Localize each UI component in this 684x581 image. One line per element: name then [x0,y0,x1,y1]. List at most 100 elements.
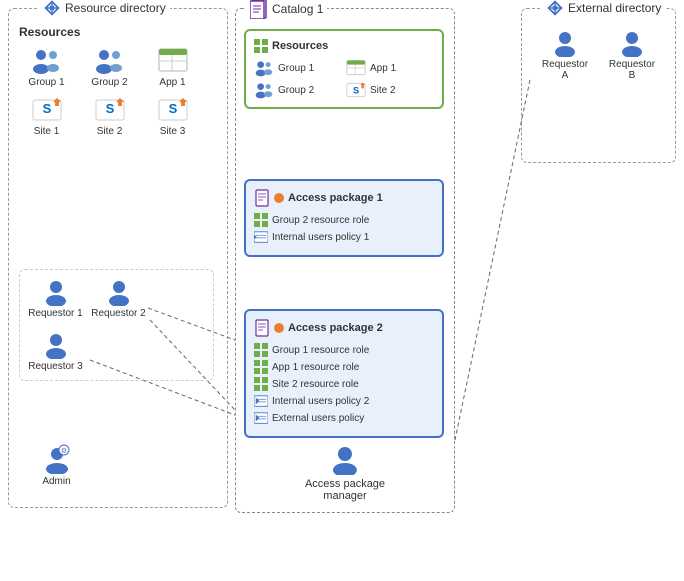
group1-label: Group 1 [28,77,64,88]
ap2-site2-role-item: Site 2 resource role [254,377,434,391]
ap2-group1-role-item: Group 1 resource role [254,343,434,357]
app1-label: App 1 [159,77,185,88]
ap2-internal-policy-label: Internal users policy 2 [272,396,369,407]
requestor2-item: Requestor 2 [91,278,146,319]
ap2-internal-policy-item: Internal users policy 2 [254,394,434,408]
cat-app1-icon [346,59,366,77]
ap1-resource-role-label: Group 2 resource role [272,215,369,226]
ap2-app1-role-label: App 1 resource role [272,362,359,373]
requestor2-icon [105,278,133,306]
ap2-internal-policy-icon [254,394,268,408]
access-package1-box: Access package 1 Group 2 resource role [244,179,444,257]
ap2-site2-role-icon [254,377,268,391]
access-package-manager-section: Access package manager [305,443,385,502]
apm-icon [329,443,361,475]
ap2-external-policy-icon [254,411,268,425]
ap1-policy-item: Internal users policy 1 [254,230,434,244]
svg-text:S: S [42,101,51,116]
requestor1-label: Requestor 1 [28,308,82,319]
ap2-group1-role-icon [254,343,268,357]
requestor-a-icon [551,29,579,57]
resources-section: Resources Group 1 [19,25,214,137]
cat-site2-label: Site 2 [370,85,396,96]
ap2-app1-role-icon [254,360,268,374]
requestors-grid: Requestor 1 Requestor 2 Requestor 3 [28,278,205,372]
catalog-group1-item: Group 1 [254,59,342,77]
resource-item-group2: Group 2 [82,47,137,88]
ext-requestors-list: Requestor A Requestor B [522,9,675,91]
resource-item-site3: S Site 3 [145,96,200,137]
admin-item: ⚙ Admin [29,444,84,487]
requestor3-item: Requestor 3 [28,331,83,372]
requestor3-icon [42,331,70,359]
cat-site2-icon: S [346,81,366,99]
resource-item-app1: App 1 [145,47,200,88]
catalog-group2-item: Group 2 [254,81,342,99]
app1-icon [157,47,189,75]
ap2-app1-role-item: App 1 resource role [254,360,434,374]
resource-dir-diamond-icon [43,0,61,17]
ap2-title: Access package 2 [288,322,383,334]
catalog-app1-item: App 1 [346,59,434,77]
site1-icon: S [31,96,63,124]
resource-item-site2: S Site 2 [82,96,137,137]
diagram-container: Resource directory Resources Group 1 [0,0,684,581]
catalog-site2-item: S Site 2 [346,81,434,99]
ap1-badge [274,193,284,203]
group2-label: Group 2 [91,77,127,88]
catalog-resources-grid: Group 1 App 1 [254,59,434,99]
catalog-label: Catalog 1 [246,0,327,19]
catalog-icon [250,0,268,19]
cat-group1-icon [254,59,274,77]
resource-items-list: Group 1 Group 2 [19,47,214,137]
site3-icon: S [157,96,189,124]
ap2-external-policy-label: External users policy [272,413,364,424]
ap2-badge [274,323,284,333]
ap1-resource-role-item: Group 2 resource role [254,213,434,227]
ap1-policy-icon [254,230,268,244]
apm-label: Access package manager [305,478,385,502]
ap1-header: Access package 1 [254,189,434,207]
svg-text:S: S [353,85,359,95]
catalog-resources-grid-icon [254,39,268,53]
svg-text:⚙: ⚙ [60,447,66,455]
requestor-b-label: Requestor B [605,59,660,81]
ext-dir-diamond-icon [546,0,564,17]
ap2-group1-role-label: Group 1 resource role [272,345,369,356]
catalog-resources-title: Resources [254,39,434,53]
requestor-a-label: Requestor A [538,59,593,81]
requestor2-label: Requestor 2 [91,308,145,319]
site1-label: Site 1 [34,126,60,137]
group1-icon [31,47,63,75]
resource-directory-label: Resource directory [39,0,170,17]
group2-icon [94,47,126,75]
requestor3-label: Requestor 3 [28,361,82,372]
requestor-b-icon [618,29,646,57]
resources-title: Resources [19,25,214,39]
site3-label: Site 3 [160,126,186,137]
requestor1-icon [42,278,70,306]
ap1-policy-label: Internal users policy 1 [272,232,369,243]
ap2-site2-role-label: Site 2 resource role [272,379,359,390]
admin-label: Admin [42,476,70,487]
ap2-header: Access package 2 [254,319,434,337]
resource-item-site1: S Site 1 [19,96,74,137]
resource-directory-box: Resource directory Resources Group 1 [8,8,228,508]
external-directory-label: External directory [542,0,665,17]
svg-text:S: S [105,101,114,116]
ap1-resource-role-icon [254,213,268,227]
svg-text:S: S [168,101,177,116]
requestor-b-item: Requestor B [605,29,660,81]
ap2-external-policy-item: External users policy [254,411,434,425]
cat-group2-icon [254,81,274,99]
resource-item-group1: Group 1 [19,47,74,88]
requestor-a-item: Requestor A [538,29,593,81]
ext-directory-title: External directory [568,1,661,15]
admin-icon: ⚙ [42,444,72,474]
ap1-title: Access package 1 [288,192,383,204]
catalog-resources-box: Resources Group 1 [244,29,444,109]
cat-app1-label: App 1 [370,63,396,74]
requestor1-item: Requestor 1 [28,278,83,319]
external-directory-box: External directory Requestor A Requestor… [521,8,676,163]
ap2-catalog-icon [254,319,270,337]
